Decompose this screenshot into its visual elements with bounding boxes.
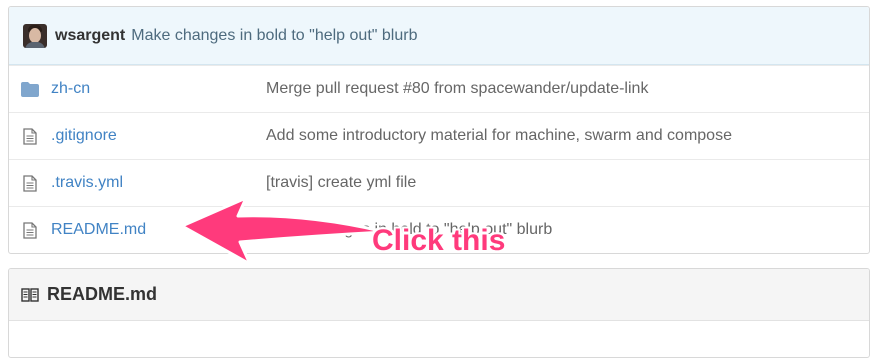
file-browser: wsargent Make changes in bold to "help o… (8, 6, 870, 254)
file-commit-message[interactable]: Add some introductory material for machi… (266, 127, 732, 145)
annotation-label: Click this (372, 224, 506, 257)
folder-icon (9, 81, 51, 97)
avatar[interactable] (23, 23, 47, 48)
file-name-link[interactable]: zh-cn (51, 80, 266, 98)
file-name-link[interactable]: .gitignore (51, 127, 266, 145)
commit-message[interactable]: Make changes in bold to "help out" blurb (131, 27, 417, 45)
file-commit-message[interactable]: Merge pull request #80 from spacewander/… (266, 80, 648, 98)
file-commit-message[interactable]: [travis] create yml file (266, 174, 416, 192)
file-icon (9, 221, 51, 239)
file-name-link[interactable]: .travis.yml (51, 174, 266, 192)
latest-commit-bar: wsargent Make changes in bold to "help o… (9, 7, 869, 65)
annotation-arrow-icon (180, 196, 387, 266)
file-icon (9, 174, 51, 192)
readme-header: README.md (9, 269, 869, 321)
file-row: .travis.yml [travis] create yml file (9, 159, 869, 206)
file-icon (9, 127, 51, 145)
readme-title: README.md (47, 284, 158, 304)
file-row: zh-cn Merge pull request #80 from spacew… (9, 65, 869, 112)
file-row: .gitignore Add some introductory materia… (9, 112, 869, 159)
book-icon (21, 287, 39, 302)
readme-panel: README.md (8, 268, 870, 358)
commit-author[interactable]: wsargent (55, 27, 125, 45)
